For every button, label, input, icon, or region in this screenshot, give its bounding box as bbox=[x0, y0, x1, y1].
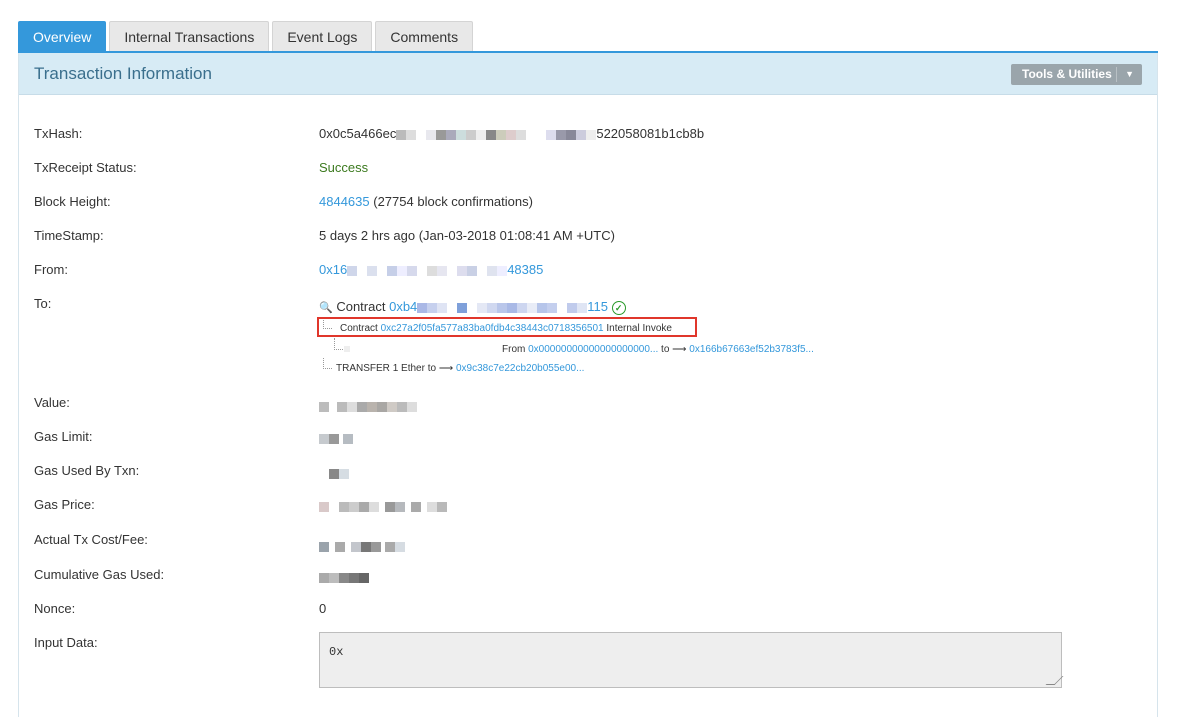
to-prefix: 0xb4 bbox=[389, 299, 418, 314]
tree-connector bbox=[334, 338, 343, 350]
gas-used-redacted bbox=[319, 465, 349, 480]
to-value: 🔍 Contract 0xb4 115 ✓ bbox=[319, 299, 626, 315]
redacted-pixels bbox=[417, 302, 588, 313]
from-prefix: 0x16 bbox=[319, 262, 348, 277]
input-data-field[interactable]: 0x bbox=[319, 632, 1064, 688]
transaction-panel: Transaction Information Tools & Utilitie… bbox=[18, 53, 1158, 717]
ether-transfer-row: TRANSFER 1 Ether to ⟶ 0x9c38c7e22cb20b05… bbox=[336, 363, 584, 374]
transfer-to-word: to bbox=[661, 344, 670, 355]
tools-utilities-label: Tools & Utilities bbox=[1022, 67, 1112, 81]
gas-price-label: Gas Price: bbox=[34, 497, 95, 512]
timestamp-value: 5 days 2 hrs ago (Jan-03-2018 01:08:41 A… bbox=[319, 228, 615, 243]
timestamp-label: TimeStamp: bbox=[34, 228, 104, 243]
button-divider bbox=[1116, 67, 1117, 82]
block-confirmations: (27754 block confirmations) bbox=[373, 194, 533, 209]
magnifier-icon[interactable]: 🔍 bbox=[319, 302, 333, 314]
arrow-right-icon: ⟶ bbox=[672, 344, 687, 355]
input-data-label: Input Data: bbox=[34, 635, 98, 650]
status-label: TxReceipt Status: bbox=[34, 160, 137, 175]
ether-to-link[interactable]: 0x9c38c7e22cb20b055e00... bbox=[456, 363, 584, 374]
gas-used-label: Gas Used By Txn: bbox=[34, 463, 140, 478]
redacted-pixels bbox=[344, 346, 500, 353]
block-height-label: Block Height: bbox=[34, 194, 111, 209]
redacted-pixels bbox=[347, 265, 508, 276]
status-value: Success bbox=[319, 160, 369, 175]
redacted-pixels bbox=[319, 541, 405, 552]
resize-handle-icon[interactable] bbox=[1045, 676, 1064, 685]
input-data-text: 0x bbox=[329, 645, 344, 659]
redacted-pixels bbox=[396, 129, 597, 140]
from-value: 0x16 48385 bbox=[319, 262, 543, 277]
tools-utilities-button[interactable]: Tools & Utilities ▼ bbox=[1011, 64, 1142, 85]
to-contract-word: Contract bbox=[336, 299, 386, 314]
gas-limit-label: Gas Limit: bbox=[34, 429, 93, 444]
from-address-link[interactable]: 0x16 48385 bbox=[319, 262, 543, 277]
to-label: To: bbox=[34, 296, 52, 311]
transfer-to-link[interactable]: 0x166b67663ef52b3783f5... bbox=[689, 344, 814, 355]
to-address-link[interactable]: 0xb4 115 bbox=[389, 299, 608, 314]
transfer-from-link[interactable]: 0x00000000000000000000... bbox=[528, 344, 658, 355]
tab-overview[interactable]: Overview bbox=[18, 21, 107, 51]
block-number-link[interactable]: 4844635 bbox=[319, 194, 370, 209]
tab-event-logs[interactable]: Event Logs bbox=[272, 21, 373, 51]
block-height-value: 4844635 (27754 block confirmations) bbox=[319, 194, 533, 209]
ether-amount: 1 Ether bbox=[392, 363, 425, 374]
tab-internal-transactions[interactable]: Internal Transactions bbox=[109, 21, 270, 51]
redacted-pixels bbox=[319, 401, 417, 412]
gas-limit-redacted bbox=[319, 430, 353, 445]
cumulative-gas-label: Cumulative Gas Used: bbox=[34, 567, 165, 582]
tx-cost-label: Actual Tx Cost/Fee: bbox=[34, 532, 148, 547]
panel-header: Transaction Information Tools & Utilitie… bbox=[19, 53, 1157, 95]
panel-title: Transaction Information bbox=[34, 64, 212, 83]
redacted-pixels bbox=[319, 468, 349, 479]
value-redacted bbox=[319, 398, 417, 413]
tab-comments[interactable]: Comments bbox=[375, 21, 474, 51]
tree-connector bbox=[323, 358, 332, 369]
transfer-from-word: From bbox=[502, 344, 526, 355]
redacted-pixels bbox=[319, 572, 369, 583]
redacted-pixels bbox=[319, 501, 447, 512]
caret-down-icon: ▼ bbox=[1125, 69, 1134, 79]
ether-to-word: to bbox=[427, 363, 437, 374]
highlight-box bbox=[317, 317, 697, 337]
ether-transfer-type: TRANSFER bbox=[336, 363, 390, 374]
tab-bar: Overview Internal Transactions Event Log… bbox=[18, 21, 476, 51]
token-transfer-row: From 0x00000000000000000000... to ⟶ 0x16… bbox=[344, 344, 814, 355]
txhash-prefix: 0x0c5a466ec bbox=[319, 126, 397, 141]
from-suffix: 48385 bbox=[507, 262, 544, 277]
txhash-label: TxHash: bbox=[34, 126, 83, 141]
to-suffix: 115 bbox=[587, 299, 609, 314]
redacted-pixels bbox=[319, 433, 353, 444]
cumulative-gas-redacted bbox=[319, 569, 369, 584]
txhash-suffix: 522058081b1cb8b bbox=[596, 126, 705, 141]
nonce-value: 0 bbox=[319, 601, 327, 616]
nonce-label: Nonce: bbox=[34, 601, 76, 616]
arrow-right-icon: ⟶ bbox=[438, 363, 454, 374]
value-label: Value: bbox=[34, 395, 70, 410]
gas-price-redacted bbox=[319, 498, 447, 513]
verified-check-icon: ✓ bbox=[611, 300, 626, 315]
from-label: From: bbox=[34, 262, 68, 277]
tx-cost-redacted bbox=[319, 538, 405, 553]
txhash-value: 0x0c5a466ec 522058081b1cb8b bbox=[319, 126, 704, 141]
